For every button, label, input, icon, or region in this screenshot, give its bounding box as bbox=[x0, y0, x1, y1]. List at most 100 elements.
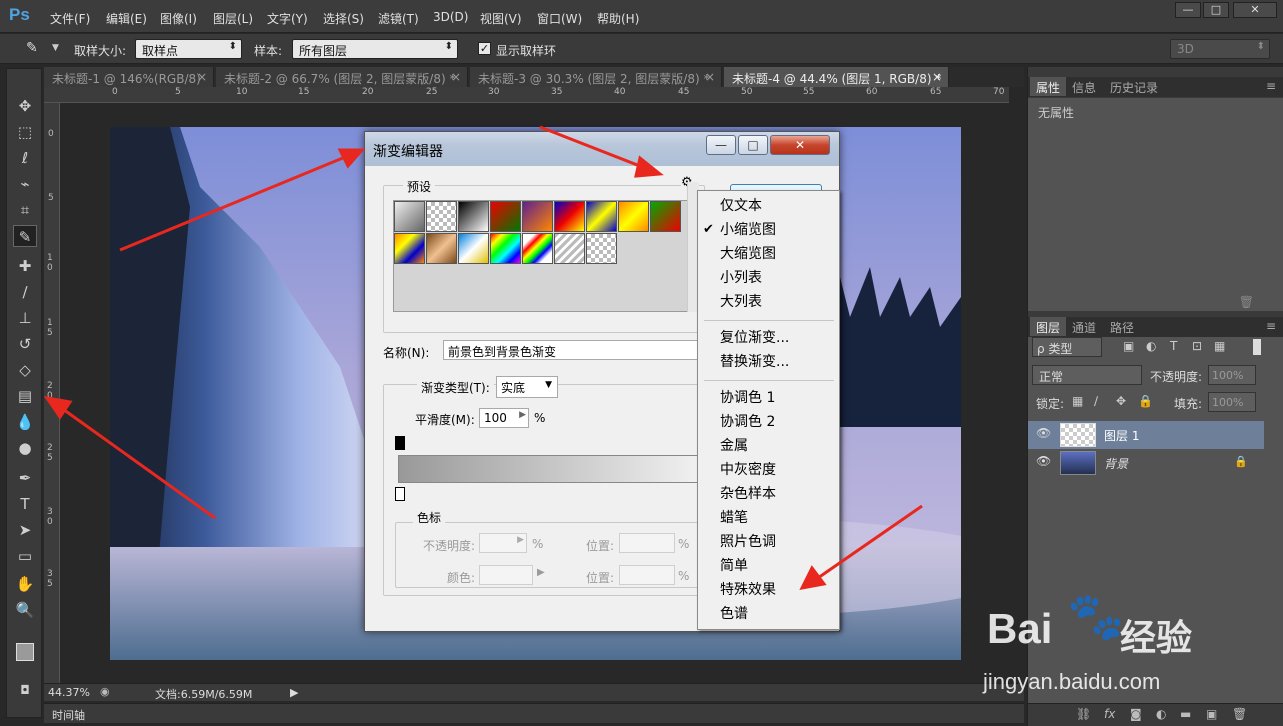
timeline-tab[interactable]: 时间轴 bbox=[52, 707, 85, 723]
stepper-arrow-icon[interactable]: ▶ bbox=[519, 410, 526, 420]
stop-opacity-position-input[interactable] bbox=[619, 533, 675, 553]
menu-select[interactable]: 选择(S) bbox=[323, 10, 364, 27]
close-icon[interactable]: × bbox=[705, 70, 715, 84]
gradient-swatch[interactable] bbox=[490, 201, 521, 232]
opacity-stop-left[interactable] bbox=[395, 436, 405, 450]
workspace-select[interactable]: 3D ⬍ bbox=[1170, 39, 1270, 59]
gradient-swatch[interactable] bbox=[394, 201, 425, 232]
panel-menu-icon[interactable]: ≡ bbox=[1266, 79, 1276, 93]
type-tool-icon[interactable]: T bbox=[13, 493, 37, 515]
chevron-down-icon[interactable]: ▼ bbox=[52, 43, 59, 53]
menu-item-color-harmonies-1[interactable]: 协调色 1 bbox=[698, 387, 839, 409]
layer-row-2[interactable]: 👁 背景 🔒 bbox=[1028, 449, 1264, 477]
lock-move-icon[interactable]: ✥ bbox=[1116, 394, 1126, 408]
gradient-swatch[interactable] bbox=[586, 233, 617, 264]
gradient-swatch[interactable] bbox=[586, 201, 617, 232]
blend-mode-select[interactable]: 正常 bbox=[1032, 365, 1142, 385]
menu-item-photographic-toning[interactable]: 照片色调 bbox=[698, 531, 839, 553]
menu-item-color-harmonies-2[interactable]: 协调色 2 bbox=[698, 411, 839, 433]
quick-mask-icon[interactable]: ◘ bbox=[13, 679, 37, 701]
status-icon[interactable]: ◉ bbox=[100, 685, 110, 698]
gradient-swatch[interactable] bbox=[554, 201, 585, 232]
gradient-preview-bar[interactable] bbox=[398, 455, 698, 483]
tab-document-3[interactable]: 未标题-3 @ 30.3% (图层 2, 图层蒙版/8) * × bbox=[470, 67, 722, 87]
menu-edit[interactable]: 编辑(E) bbox=[106, 10, 147, 27]
tab-document-2[interactable]: 未标题-2 @ 66.7% (图层 2, 图层蒙版/8) * × bbox=[216, 67, 468, 87]
zoom-tool-icon[interactable]: 🔍 bbox=[13, 599, 37, 621]
fx-icon[interactable]: fx bbox=[1104, 707, 1115, 721]
show-ring-checkbox[interactable]: ✓ bbox=[478, 42, 491, 55]
gradient-swatch[interactable] bbox=[618, 201, 649, 232]
tab-history[interactable]: 历史记录 bbox=[1104, 77, 1164, 96]
stamp-tool-icon[interactable]: ⊥ bbox=[13, 307, 37, 329]
move-tool-icon[interactable]: ✥ bbox=[13, 95, 37, 117]
eyedropper-icon[interactable]: ✎ bbox=[26, 40, 38, 56]
dialog-maximize-button[interactable]: □ bbox=[738, 135, 768, 155]
filter-toggle[interactable] bbox=[1253, 339, 1261, 355]
eyedropper-tool-icon[interactable]: ✎ bbox=[13, 225, 37, 247]
foreground-color-swatch[interactable] bbox=[16, 643, 34, 661]
tab-channels[interactable]: 通道 bbox=[1066, 317, 1102, 336]
eye-icon[interactable]: 👁 bbox=[1036, 454, 1051, 468]
marquee-tool-icon[interactable]: ⬚ bbox=[13, 121, 37, 143]
brush-tool-icon[interactable]: ∕ bbox=[13, 281, 37, 303]
menu-item-neutral-density[interactable]: 中灰密度 bbox=[698, 459, 839, 481]
restore-button[interactable]: □ bbox=[1203, 2, 1229, 18]
menu-item-large-list[interactable]: 大列表 bbox=[698, 291, 839, 313]
minimize-button[interactable]: — bbox=[1175, 2, 1201, 18]
dialog-close-button[interactable]: ✕ bbox=[770, 135, 830, 155]
hand-tool-icon[interactable]: ✋ bbox=[13, 573, 37, 595]
gradient-swatch[interactable] bbox=[522, 201, 553, 232]
lock-transparent-icon[interactable]: ▦ bbox=[1072, 394, 1083, 408]
layer-name[interactable]: 背景 bbox=[1104, 455, 1128, 472]
gradient-swatch[interactable] bbox=[554, 233, 585, 264]
quick-select-tool-icon[interactable]: ⌁ bbox=[13, 173, 37, 195]
layer-name[interactable]: 图层 1 bbox=[1104, 427, 1139, 444]
filter-type-icon[interactable]: T bbox=[1170, 339, 1177, 353]
gradient-swatch[interactable] bbox=[426, 201, 457, 232]
stop-color-position-input[interactable] bbox=[619, 565, 675, 585]
stop-opacity-input[interactable]: ▶ bbox=[479, 533, 527, 553]
tab-document-4[interactable]: 未标题-4 @ 44.4% (图层 1, RGB/8) * × bbox=[724, 67, 949, 87]
healing-brush-tool-icon[interactable]: ✚ bbox=[13, 255, 37, 277]
lock-paint-icon[interactable]: ∕ bbox=[1094, 394, 1098, 408]
gradient-swatch[interactable] bbox=[458, 201, 489, 232]
filter-image-icon[interactable]: ▣ bbox=[1123, 339, 1134, 353]
menu-window[interactable]: 窗口(W) bbox=[537, 10, 582, 27]
eye-icon[interactable]: 👁 bbox=[1036, 426, 1051, 440]
group-icon[interactable]: ▬ bbox=[1180, 707, 1191, 721]
gradient-tool-icon[interactable]: ▤ bbox=[13, 385, 37, 407]
menu-item-text-only[interactable]: 仅文本 bbox=[698, 195, 839, 217]
zoom-level[interactable]: 44.37% bbox=[48, 686, 90, 699]
close-icon[interactable]: × bbox=[932, 70, 942, 84]
menu-type[interactable]: 文字(Y) bbox=[267, 10, 308, 27]
gradient-swatch[interactable] bbox=[394, 233, 425, 264]
gradient-swatch[interactable] bbox=[426, 233, 457, 264]
menu-item-replace-gradients[interactable]: 替换渐变... bbox=[698, 351, 839, 373]
menu-item-small-thumbnail[interactable]: ✔ 小缩览图 bbox=[698, 219, 839, 241]
menu-view[interactable]: 视图(V) bbox=[480, 10, 522, 27]
new-layer-icon[interactable]: ▣ bbox=[1206, 707, 1217, 721]
preset-swatches[interactable] bbox=[393, 200, 693, 312]
tab-layers[interactable]: 图层 bbox=[1030, 317, 1067, 336]
sample-size-select[interactable]: 取样点 ⬍ bbox=[135, 39, 242, 59]
close-icon[interactable]: × bbox=[197, 70, 207, 84]
menu-filter[interactable]: 滤镜(T) bbox=[378, 10, 419, 27]
close-button[interactable]: ✕ bbox=[1233, 2, 1277, 18]
sample-select[interactable]: 所有图层 ⬍ bbox=[292, 39, 458, 59]
trash-icon[interactable]: 🗑 bbox=[1232, 707, 1247, 721]
filter-shape-icon[interactable]: ⊡ bbox=[1192, 339, 1202, 353]
dialog-titlebar[interactable]: 渐变编辑器 — □ ✕ bbox=[365, 132, 839, 166]
adjustment-icon[interactable]: ◐ bbox=[1156, 707, 1166, 721]
gradient-swatch[interactable] bbox=[650, 201, 681, 232]
shape-tool-icon[interactable]: ▭ bbox=[13, 545, 37, 567]
menu-item-small-list[interactable]: 小列表 bbox=[698, 267, 839, 289]
stepper-arrow-icon[interactable]: ▶ bbox=[537, 567, 545, 578]
panel-menu-icon[interactable]: ≡ bbox=[1266, 319, 1276, 333]
close-icon[interactable]: × bbox=[451, 70, 461, 84]
layer-row-1[interactable]: 👁 图层 1 bbox=[1028, 421, 1264, 449]
stepper-arrow-icon[interactable]: ▶ bbox=[517, 535, 524, 545]
filter-smart-icon[interactable]: ▦ bbox=[1214, 339, 1225, 353]
menu-item-large-thumbnail[interactable]: 大缩览图 bbox=[698, 243, 839, 265]
menu-item-spectrums[interactable]: 色谱 bbox=[698, 603, 839, 625]
